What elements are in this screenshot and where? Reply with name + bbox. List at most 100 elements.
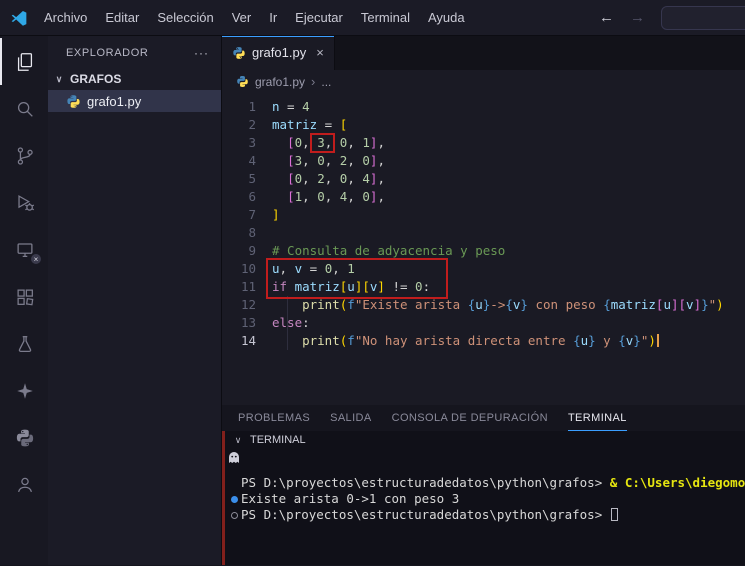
code-text: [3, 0, 2, 0],: [256, 152, 385, 170]
vscode-logo-icon: [10, 9, 28, 27]
code-line[interactable]: 1n = 4: [222, 98, 745, 116]
code-line[interactable]: 9# Consulta de adyacencia y peso: [222, 242, 745, 260]
menu-ver[interactable]: Ver: [224, 6, 260, 29]
tab-label: grafo1.py: [252, 45, 306, 60]
terminal-output[interactable]: PS D:\proyectos\estructuradedatos\python…: [225, 449, 745, 565]
code-line[interactable]: 3 [0, 3, 0, 1],: [222, 134, 745, 152]
menu-ejecutar[interactable]: Ejecutar: [287, 6, 351, 29]
activity-explorer[interactable]: [0, 38, 48, 85]
code-line[interactable]: 5 [0, 2, 0, 4],: [222, 170, 745, 188]
code-line[interactable]: 11if matriz[u][v] != 0:: [222, 278, 745, 296]
activity-remote-explorer[interactable]: ×: [0, 226, 48, 273]
line-number: 12: [222, 296, 256, 314]
terminal-text: PS D:\proyectos\estructuradedatos\python…: [241, 507, 618, 523]
code-line[interactable]: 12 print(f"Existe arista {u}->{v} con pe…: [222, 296, 745, 314]
code-line[interactable]: 14 print(f"No hay arista directa entre {…: [222, 332, 745, 350]
more-actions-icon[interactable]: ···: [194, 46, 209, 60]
python-file-icon: [236, 75, 249, 88]
titlebar: Archivo Editar Selección Ver Ir Ejecutar…: [0, 0, 745, 36]
debug-icon: [14, 192, 36, 214]
line-number: 2: [222, 116, 256, 134]
terminal-section-header[interactable]: ∨ TERMINAL: [225, 431, 745, 449]
code-line[interactable]: 6 [1, 0, 4, 0],: [222, 188, 745, 206]
error-badge: ×: [30, 253, 42, 265]
panel-tabs: PROBLEMAS SALIDA CONSOLA DE DEPURACIÓN T…: [222, 405, 745, 431]
activity-testing[interactable]: [0, 320, 48, 367]
line-number: 13: [222, 314, 256, 332]
code-text: else:: [256, 314, 310, 332]
code-text: print(f"Existe arista {u}->{v} con peso …: [256, 296, 724, 314]
terminal-line[interactable]: Existe arista 0->1 con peso 3: [227, 491, 745, 507]
sparkle-icon: [14, 380, 36, 402]
terminal-line[interactable]: PS D:\proyectos\estructuradedatos\python…: [227, 475, 745, 491]
code-text: [0, 2, 0, 4],: [256, 170, 385, 188]
code-line[interactable]: 8: [222, 224, 745, 242]
line-number: 9: [222, 242, 256, 260]
activity-python[interactable]: [0, 414, 48, 461]
command-decoration-success[interactable]: [227, 491, 241, 507]
panel-tab-terminal[interactable]: TERMINAL: [568, 405, 627, 431]
code-line[interactable]: 10u, v = 0, 1: [222, 260, 745, 278]
activity-copilot[interactable]: [0, 367, 48, 414]
python-icon: [15, 428, 35, 448]
panel-tab-consola[interactable]: CONSOLA DE DEPURACIÓN: [392, 405, 548, 431]
line-number: 14: [222, 332, 256, 350]
back-button[interactable]: ←: [599, 9, 614, 26]
terminal-line[interactable]: PS D:\proyectos\estructuradedatos\python…: [227, 507, 745, 523]
menu-terminal[interactable]: Terminal: [353, 6, 418, 29]
tab-grafo1[interactable]: grafo1.py ×: [222, 36, 335, 70]
panel-tab-problemas[interactable]: PROBLEMAS: [238, 405, 310, 431]
command-decoration-pending[interactable]: [227, 507, 241, 523]
menu-seleccion[interactable]: Selección: [149, 6, 221, 29]
activity-search[interactable]: [0, 85, 48, 132]
breadcrumb-symbol[interactable]: ...: [321, 75, 331, 89]
line-number: 7: [222, 206, 256, 224]
terminal-lines: PS D:\proyectos\estructuradedatos\python…: [227, 475, 745, 523]
breadcrumb-file[interactable]: grafo1.py: [255, 75, 305, 89]
activity-accounts[interactable]: [0, 461, 48, 508]
history-navigation: ← →: [599, 9, 645, 26]
code-line[interactable]: 13else:: [222, 314, 745, 332]
explorer-sidebar: EXPLORADOR ··· ∨ GRAFOS grafo1.py: [48, 36, 222, 565]
forward-button[interactable]: →: [630, 9, 645, 26]
code-text: [1, 0, 4, 0],: [256, 188, 385, 206]
activity-bar: ×: [0, 36, 48, 565]
search-icon: [14, 98, 36, 120]
git-branch-icon: [14, 145, 36, 167]
close-icon[interactable]: ×: [316, 45, 324, 60]
terminal-title: TERMINAL: [250, 434, 306, 446]
python-file-icon: [66, 94, 81, 109]
line-number: 1: [222, 98, 256, 116]
terminal-text: Existe arista 0->1 con peso 3: [241, 491, 459, 507]
command-center-search[interactable]: [661, 6, 745, 30]
code-text: print(f"No hay arista directa entre {u} …: [256, 332, 659, 350]
explorer-title: EXPLORADOR: [66, 47, 148, 59]
chevron-down-icon: ∨: [52, 74, 66, 85]
code-line[interactable]: 4 [3, 0, 2, 0],: [222, 152, 745, 170]
line-number: 10: [222, 260, 256, 278]
activity-run-debug[interactable]: [0, 179, 48, 226]
menu-ir[interactable]: Ir: [261, 6, 285, 29]
code-text: if matriz[u][v] != 0:: [256, 278, 430, 296]
folder-grafos[interactable]: ∨ GRAFOS: [48, 68, 221, 90]
activity-source-control[interactable]: [0, 132, 48, 179]
code-line[interactable]: 7]: [222, 206, 745, 224]
code-line[interactable]: 2matriz = [: [222, 116, 745, 134]
menu-ayuda[interactable]: Ayuda: [420, 6, 473, 29]
file-grafo1[interactable]: grafo1.py: [48, 90, 221, 112]
code-text: n = 4: [256, 98, 310, 116]
code-text: u, v = 0, 1: [256, 260, 355, 278]
panel-tab-salida[interactable]: SALIDA: [330, 405, 372, 431]
code-lines: 1n = 42matriz = [3 [0, 3, 0, 1],4 [3, 0,…: [222, 98, 745, 350]
terminal-shell-icon: [228, 451, 240, 467]
command-decoration-empty: [227, 475, 241, 491]
line-number: 6: [222, 188, 256, 206]
activity-extensions[interactable]: [0, 273, 48, 320]
extensions-icon: [14, 286, 36, 308]
code-editor[interactable]: 1n = 42matriz = [3 [0, 3, 0, 1],4 [3, 0,…: [222, 94, 745, 405]
files-icon: [14, 51, 36, 73]
menu-archivo[interactable]: Archivo: [36, 6, 95, 29]
menu-editar[interactable]: Editar: [97, 6, 147, 29]
indent-guide: [287, 296, 288, 350]
file-label: grafo1.py: [87, 94, 141, 109]
